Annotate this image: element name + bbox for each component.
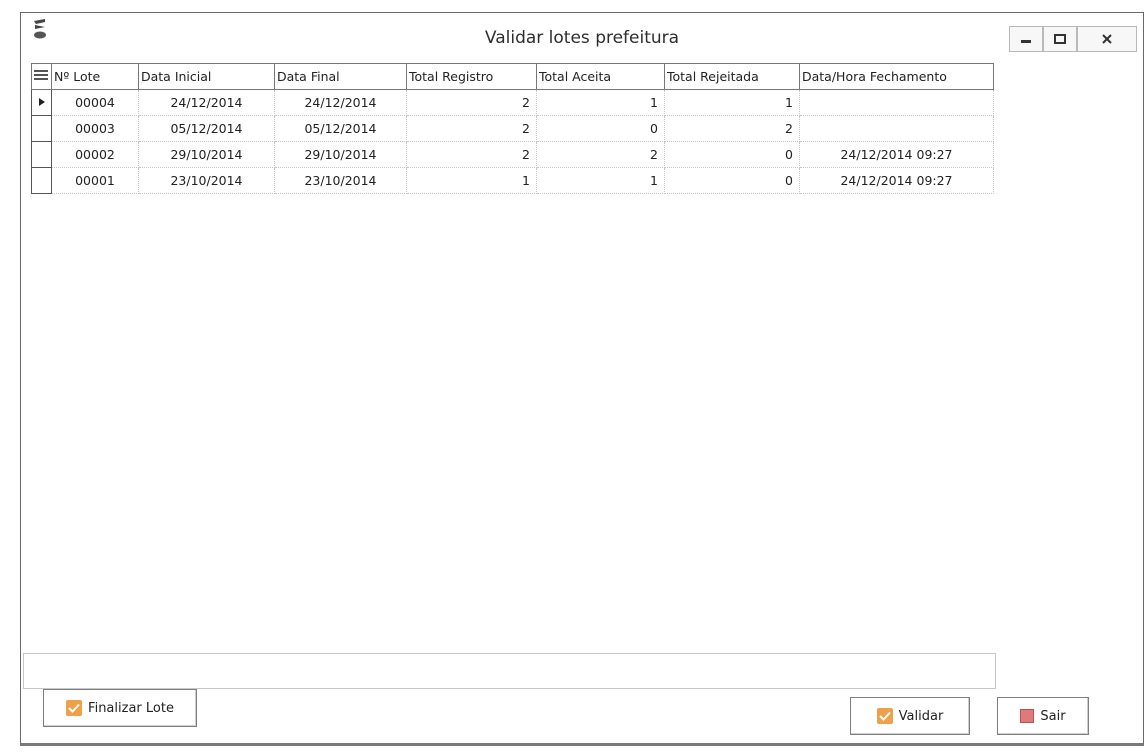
cell-total-aceita[interactable]: 2 — [536, 141, 665, 168]
row-indicator[interactable] — [31, 89, 52, 116]
column-header-data-final[interactable]: Data Final — [274, 63, 407, 90]
cell-lote[interactable]: 00001 — [51, 167, 139, 194]
exit-icon — [1020, 709, 1035, 723]
cell-fechamento[interactable]: 24/12/2014 09:27 — [799, 141, 994, 168]
grid-menu-icon — [34, 70, 48, 80]
row-pointer-icon — [38, 98, 45, 106]
cell-lote[interactable]: 00002 — [51, 141, 139, 168]
finalizar-lote-label: Finalizar Lote — [88, 700, 174, 716]
row-indicator[interactable] — [31, 141, 52, 168]
column-header-lote[interactable]: Nº Lote — [51, 63, 139, 90]
check-icon — [876, 708, 893, 724]
column-header-total-rejeitada[interactable]: Total Rejeitada — [664, 63, 800, 90]
maximize-button[interactable] — [1043, 26, 1077, 52]
title-bar: Validar lotes prefeitura — [21, 13, 1143, 63]
cell-lote[interactable]: 00003 — [51, 115, 139, 142]
window-title: Validar lotes prefeitura — [484, 28, 680, 48]
cell-total-registro[interactable]: 2 — [406, 141, 537, 168]
cell-data-final[interactable]: 29/10/2014 — [274, 141, 407, 168]
status-bar — [23, 653, 996, 689]
sair-button[interactable]: Sair — [997, 697, 1089, 735]
finalizar-lote-button[interactable]: Finalizar Lote — [43, 689, 197, 727]
validar-label: Validar — [898, 708, 944, 724]
grid-corner-cell[interactable] — [31, 63, 52, 90]
column-header-data-hora-fechamento[interactable]: Data/Hora Fechamento — [799, 63, 994, 90]
cell-total-aceita[interactable]: 1 — [536, 89, 665, 116]
cell-data-final[interactable]: 23/10/2014 — [274, 167, 407, 194]
table-row[interactable]: 00002 29/10/2014 29/10/2014 2 2 0 24/12/… — [31, 141, 994, 168]
cell-total-rejeitada[interactable]: 1 — [664, 89, 800, 116]
cell-total-rejeitada[interactable]: 0 — [664, 141, 800, 168]
minimize-icon — [1021, 40, 1031, 43]
cell-data-final[interactable]: 05/12/2014 — [274, 115, 407, 142]
cell-total-rejeitada[interactable]: 2 — [664, 115, 800, 142]
cell-total-registro[interactable]: 2 — [406, 115, 537, 142]
close-icon — [1102, 34, 1112, 44]
cell-total-aceita[interactable]: 1 — [536, 167, 665, 194]
validar-button[interactable]: Validar — [850, 697, 970, 735]
grid-header-row: Nº Lote Data Inicial Data Final Total Re… — [31, 63, 994, 90]
close-button[interactable] — [1077, 26, 1137, 52]
table-row[interactable]: 00001 23/10/2014 23/10/2014 1 1 0 24/12/… — [31, 167, 994, 194]
window: Validar lotes prefeitura Nº Lote Data In… — [20, 12, 1144, 746]
cell-total-registro[interactable]: 1 — [406, 167, 537, 194]
cell-total-registro[interactable]: 2 — [406, 89, 537, 116]
cell-total-aceita[interactable]: 0 — [536, 115, 665, 142]
cell-fechamento[interactable]: 24/12/2014 09:27 — [799, 167, 994, 194]
check-icon — [66, 700, 83, 716]
column-header-total-aceita[interactable]: Total Aceita — [536, 63, 665, 90]
cell-fechamento[interactable] — [799, 115, 994, 142]
lotes-grid: Nº Lote Data Inicial Data Final Total Re… — [31, 63, 994, 194]
maximize-icon — [1054, 34, 1066, 44]
cell-data-inicial[interactable]: 23/10/2014 — [138, 167, 275, 194]
column-header-total-registro[interactable]: Total Registro — [406, 63, 537, 90]
row-indicator[interactable] — [31, 167, 52, 194]
cell-data-inicial[interactable]: 05/12/2014 — [138, 115, 275, 142]
cell-fechamento[interactable] — [799, 89, 994, 116]
cell-lote[interactable]: 00004 — [51, 89, 139, 116]
column-header-data-inicial[interactable]: Data Inicial — [138, 63, 275, 90]
minimize-button[interactable] — [1009, 26, 1043, 52]
cell-data-inicial[interactable]: 29/10/2014 — [138, 141, 275, 168]
cell-data-inicial[interactable]: 24/12/2014 — [138, 89, 275, 116]
cell-total-rejeitada[interactable]: 0 — [664, 167, 800, 194]
cell-data-final[interactable]: 24/12/2014 — [274, 89, 407, 116]
table-row[interactable]: 00004 24/12/2014 24/12/2014 2 1 1 — [31, 89, 994, 116]
row-indicator[interactable] — [31, 115, 52, 142]
table-row[interactable]: 00003 05/12/2014 05/12/2014 2 0 2 — [31, 115, 994, 142]
sair-label: Sair — [1040, 708, 1066, 724]
